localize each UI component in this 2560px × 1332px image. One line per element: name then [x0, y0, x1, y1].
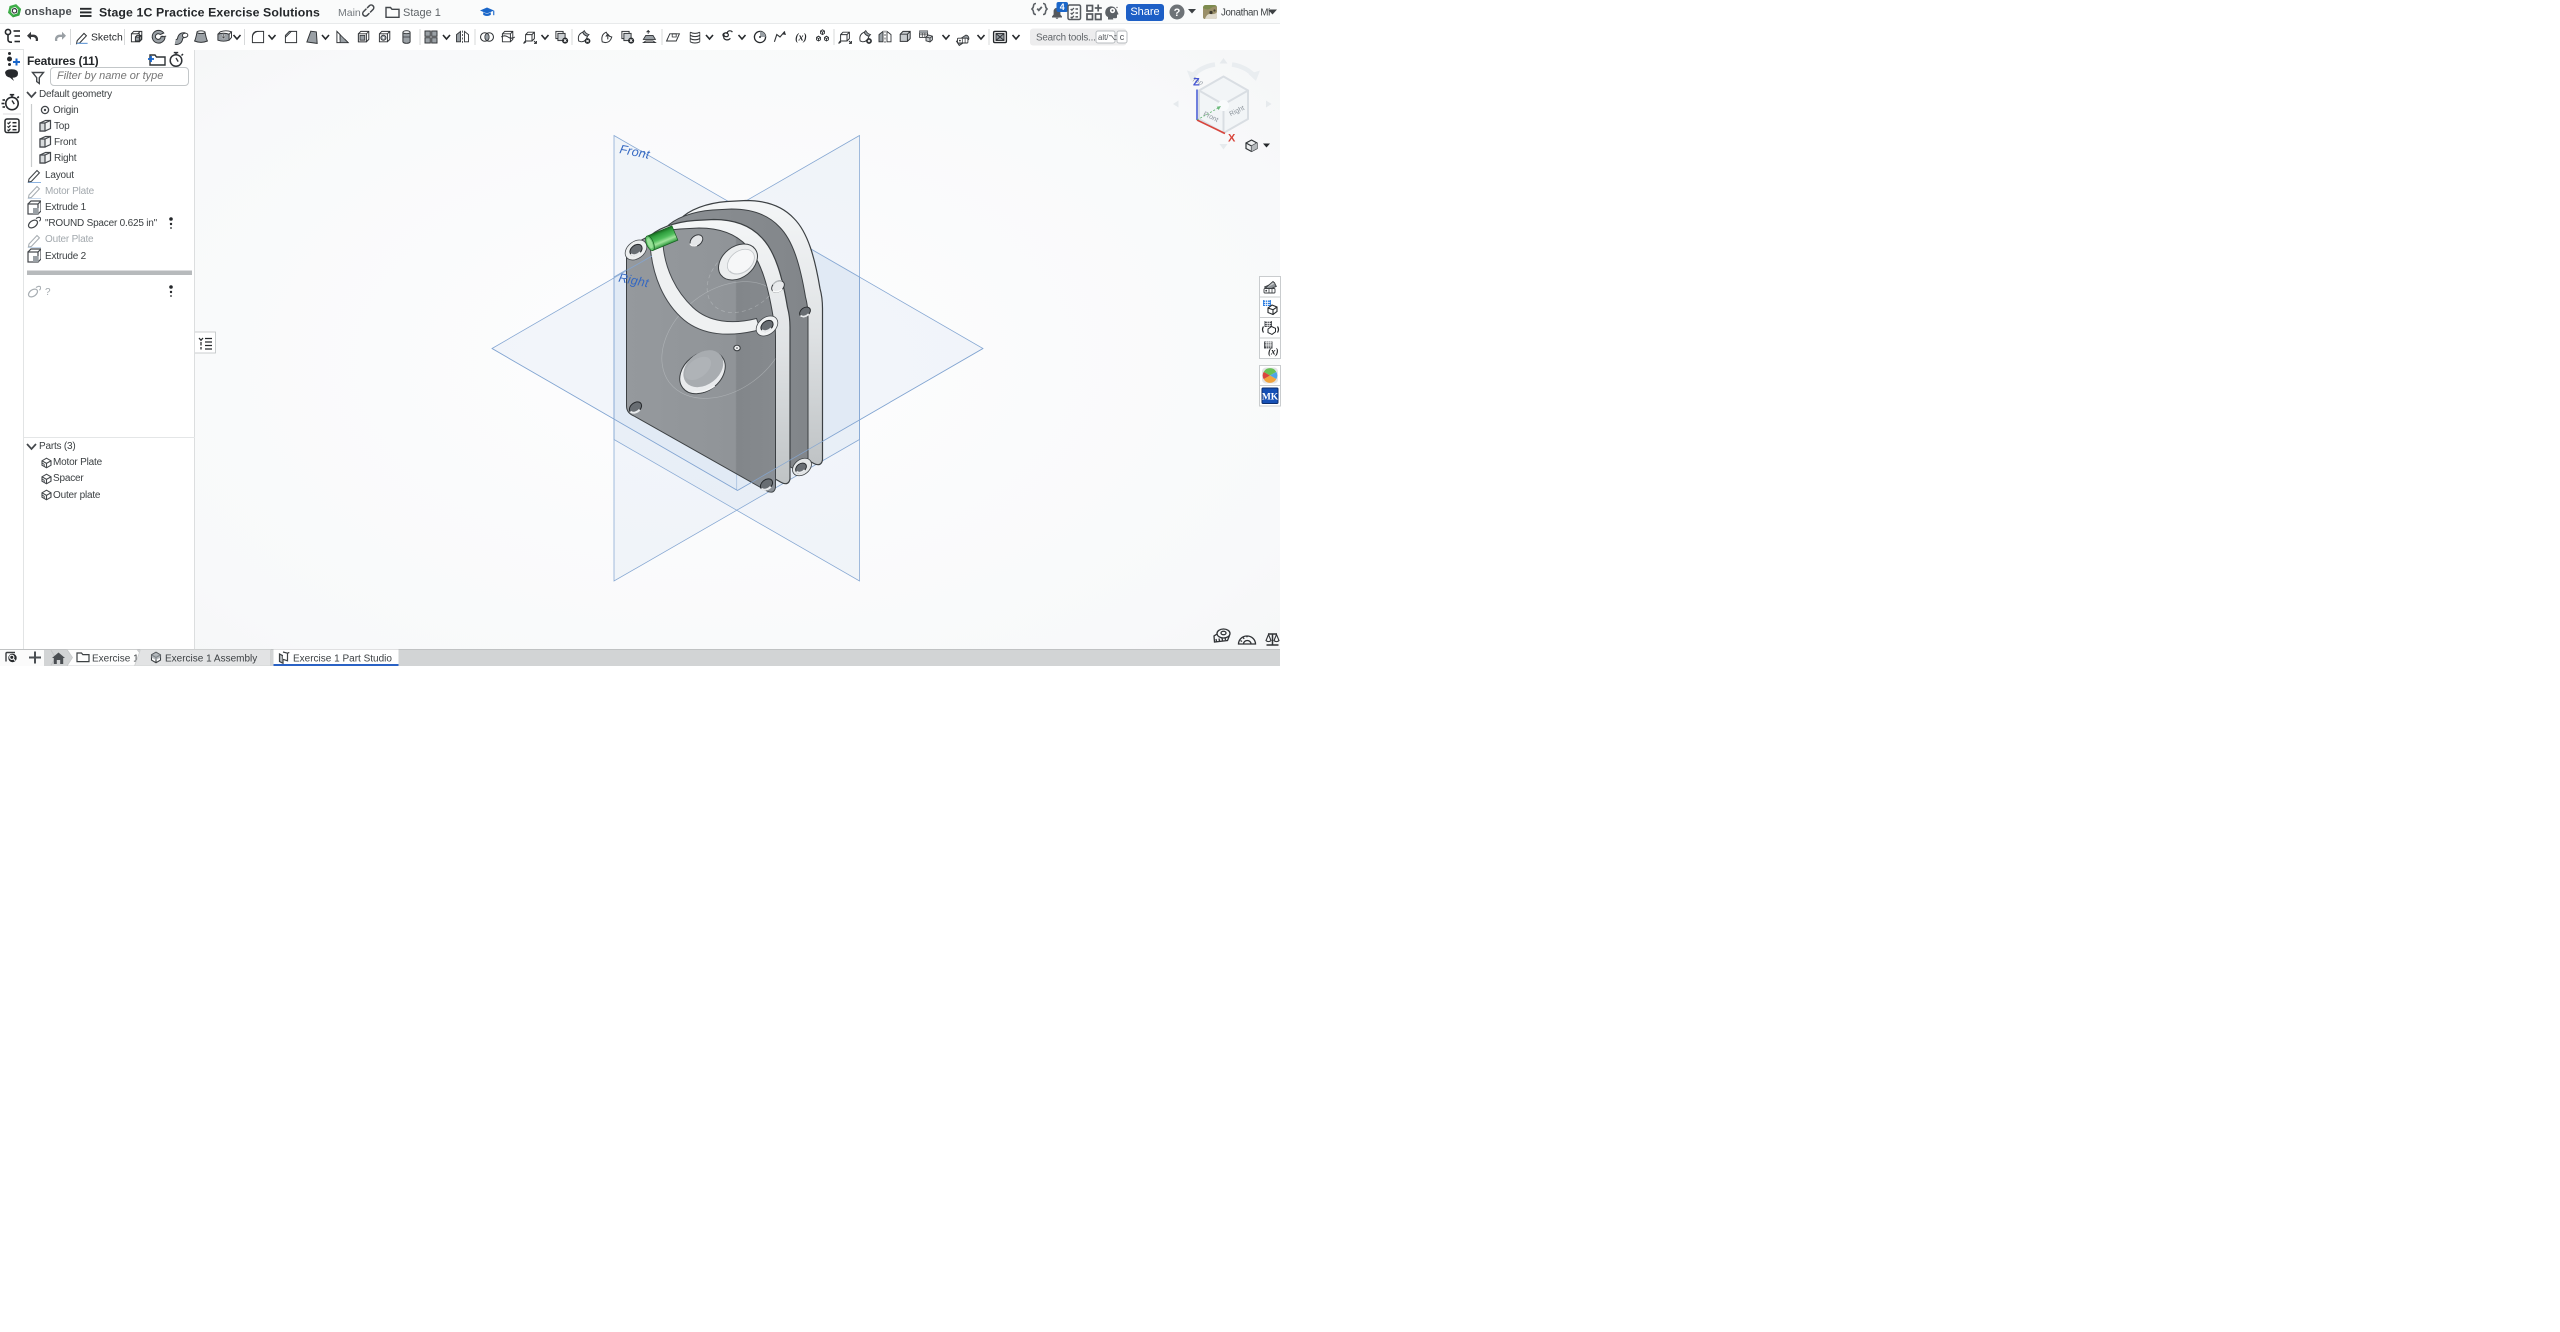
svg-text:Exercise 1: Exercise 1: [92, 654, 139, 665]
svg-text:?: ?: [1174, 7, 1181, 19]
svg-text:Stage 1C Practice Exercise Sol: Stage 1C Practice Exercise Solutions: [99, 6, 320, 20]
svg-text:Exercise 1 Assembly: Exercise 1 Assembly: [165, 654, 257, 665]
svg-text:Stage 1: Stage 1: [403, 7, 441, 19]
svg-text:c: c: [1120, 32, 1125, 42]
svg-text:(x): (x): [795, 33, 807, 44]
svg-text:Search tools...: Search tools...: [1036, 32, 1096, 43]
svg-text:(x): (x): [1268, 347, 1279, 357]
svg-text:X: X: [1228, 133, 1236, 145]
svg-text:4: 4: [1060, 2, 1065, 12]
svg-text:MK: MK: [1261, 392, 1278, 402]
svg-text:Main: Main: [338, 7, 361, 19]
svg-text:Z: Z: [1193, 77, 1200, 89]
svg-text:Jonathan Mi: Jonathan Mi: [1221, 8, 1270, 19]
svg-text:alt/⌥: alt/⌥: [1098, 33, 1117, 42]
svg-text:Sketch: Sketch: [91, 33, 123, 44]
svg-text:Exercise 1 Part Studio: Exercise 1 Part Studio: [293, 654, 392, 665]
svg-text:onshape: onshape: [25, 6, 72, 18]
